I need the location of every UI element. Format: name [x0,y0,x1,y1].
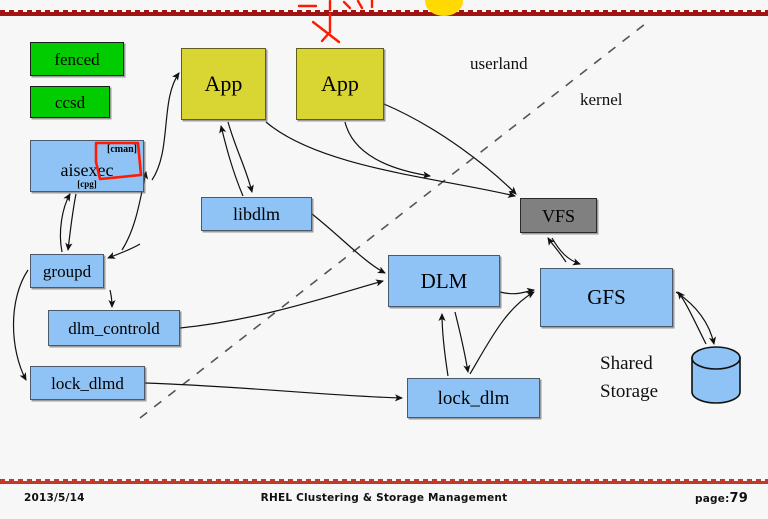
node-lock-dlmd[interactable]: lock_dlmd [30,366,145,400]
red-ink-annotation-top [297,0,374,44]
footer-page: page:79 [695,491,748,506]
node-label: GFS [587,285,626,309]
top-rule [0,12,768,16]
label-text: kernel [580,90,623,109]
node-label: aisexec [60,160,114,180]
node-app-2[interactable]: App [296,48,384,120]
slide-footer: 2013/5/14 RHEL Clustering & Storage Mana… [0,484,768,519]
node-label: ccsd [54,92,86,112]
label-userland: userland [470,54,528,74]
footer-page-prefix: page: [695,493,730,505]
node-aisexec[interactable]: [cman] aisexec [cpg] [30,140,144,192]
node-libdlm[interactable]: libdlm [201,197,312,231]
footer-page-number: 79 [729,491,748,506]
node-label: VFS [541,205,576,226]
node-fenced[interactable]: fenced [30,42,124,76]
node-label: lock_dlmd [51,373,124,393]
node-label: fenced [54,49,100,69]
node-aisexec-cpg-label: [cpg] [77,179,97,189]
storage-cylinder-icon [691,346,741,404]
node-lock-dlm[interactable]: lock_dlm [407,378,540,418]
node-app-1[interactable]: App [181,48,266,120]
slide-canvas: fenced ccsd [cman] aisexec [cpg] groupd … [0,0,768,519]
node-label: groupd [42,261,92,281]
shared-storage-line1: Shared [600,353,653,374]
label-text: userland [470,54,528,73]
shared-storage-line2: Storage [600,380,659,402]
label-kernel: kernel [580,90,622,110]
node-label: DLM [420,268,468,293]
node-dlm[interactable]: DLM [388,255,500,307]
node-ccsd[interactable]: ccsd [30,86,110,118]
node-label: App [321,71,359,96]
node-label: dlm_controld [68,318,160,338]
label-shared-storage: Shared Storage [600,350,658,405]
node-aisexec-cman-label: [cman] [107,144,137,155]
node-label: lock_dlm [437,387,510,409]
node-label: libdlm [232,204,280,224]
diagram-connectors [13,23,716,419]
node-gfs[interactable]: GFS [540,268,673,327]
node-label: App [204,71,243,96]
red-ink-circle-cman [94,141,143,181]
node-vfs[interactable]: VFS [520,198,597,233]
node-dlm-controld[interactable]: dlm_controld [48,310,180,346]
footer-title: RHEL Clustering & Storage Management [260,492,508,504]
node-groupd[interactable]: groupd [30,254,104,288]
